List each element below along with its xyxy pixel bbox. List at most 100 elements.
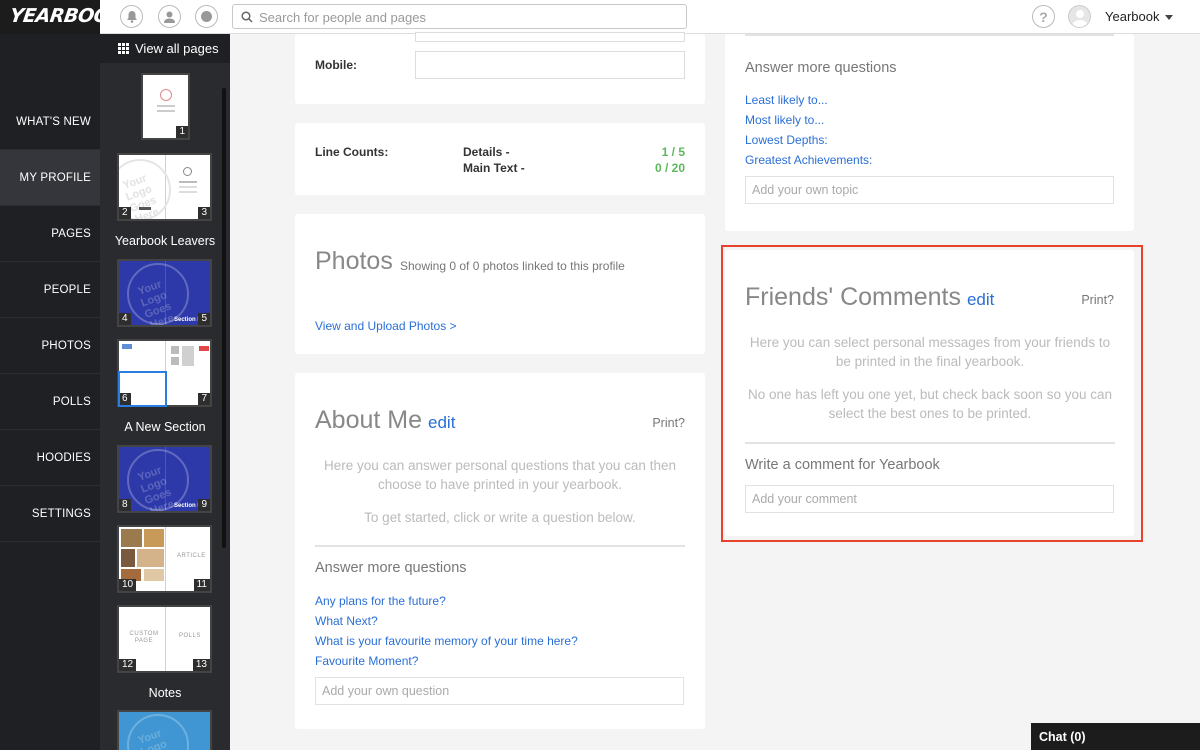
nav-my-profile[interactable]: MY PROFILE [0, 150, 100, 206]
grid-icon [118, 43, 129, 54]
topic-link[interactable]: Greatest Achievements: [745, 153, 872, 167]
write-comment-heading: Write a comment for Yearbook [745, 457, 940, 473]
notifications-icon[interactable] [120, 5, 143, 28]
page-number: 2 [119, 207, 131, 219]
line-counts-card: Line Counts: Details - Main Text - 1 / 5… [295, 123, 705, 195]
chevron-down-icon[interactable] [1165, 15, 1173, 20]
search-bar[interactable] [232, 4, 687, 29]
nav-settings[interactable]: SETTINGS [0, 486, 100, 542]
friends-comments-hint: Here you can select personal messages fr… [749, 335, 1111, 369]
logo-area[interactable]: YEARBOOK [0, 0, 125, 34]
question-link[interactable]: What is your favourite memory of your ti… [315, 634, 578, 648]
line-counts-label: Line Counts: [315, 145, 389, 159]
help-icon[interactable]: ? [1032, 5, 1055, 28]
user-name[interactable]: Yearbook [1105, 9, 1159, 24]
page-number: 4 [119, 313, 131, 325]
add-comment-input[interactable] [746, 486, 1113, 512]
question-link[interactable]: Favourite Moment? [315, 654, 418, 668]
friends-icon[interactable] [158, 5, 181, 28]
page-number: 5 [198, 313, 210, 325]
main-nav: WHAT'S NEW MY PROFILE PAGES PEOPLE PHOTO… [0, 34, 100, 750]
page-thumb-1[interactable]: 1 [141, 73, 190, 140]
main-text-label: Main Text - [463, 161, 525, 175]
friends-comments-card: Friends' Comments edit Print? Here you ca… [725, 250, 1134, 536]
mobile-label: Mobile: [315, 58, 357, 72]
details-label: Details - [463, 145, 510, 159]
polls-label: POLLS [179, 633, 201, 639]
friends-comments-print-toggle[interactable]: Print? [1081, 293, 1114, 307]
view-all-pages-label: View all pages [135, 41, 219, 56]
divider [315, 545, 685, 547]
custom-page-label: CUSTOM PAGE [129, 631, 159, 644]
add-comment-field[interactable] [745, 485, 1114, 513]
topic-link[interactable]: Least likely to... [745, 93, 828, 107]
topic-link[interactable]: Lowest Depths: [745, 133, 828, 147]
friends-comments-title: Friends' Comments edit [745, 283, 995, 311]
friends-comments-empty-hint: No one has left you one yet, but check b… [748, 387, 1112, 421]
nav-hoodies[interactable]: HOODIES [0, 430, 100, 486]
page-number: 12 [119, 659, 137, 671]
add-topic-field[interactable] [745, 176, 1114, 204]
yearbook-logo[interactable]: YEARBOOK [8, 5, 125, 27]
page-thumb-10-11[interactable]: ARTICLE 10 11 [117, 525, 212, 593]
user-avatar[interactable] [1068, 5, 1091, 28]
nav-people[interactable]: PEOPLE [0, 262, 100, 318]
article-label: ARTICLE [177, 553, 206, 559]
page-number: 13 [192, 659, 210, 671]
nav-polls[interactable]: POLLS [0, 374, 100, 430]
question-link[interactable]: Any plans for the future? [315, 594, 446, 608]
question-link[interactable]: What Next? [315, 614, 378, 628]
top-bar: YEARBOOK ? Yearbook [0, 0, 1200, 34]
page-number: 1 [176, 126, 188, 138]
photos-subtitle: Showing 0 of 0 photos linked to this pro… [400, 259, 625, 273]
page-thumb-14[interactable]: Your Logo Goes Here [117, 710, 212, 750]
mobile-input[interactable] [415, 51, 685, 79]
nav-pages[interactable]: PAGES [0, 206, 100, 262]
topic-link[interactable]: Most likely to... [745, 113, 824, 127]
answer-more-heading: Answer more questions [315, 560, 467, 576]
selected-page-indicator [118, 371, 167, 407]
section-label: Yearbook Leavers [114, 234, 216, 248]
friends-comments-edit-link[interactable]: edit [967, 290, 994, 309]
add-question-field[interactable] [315, 677, 684, 705]
section-label: A New Section [124, 420, 206, 434]
details-count: 1 / 5 [661, 145, 685, 159]
main-text-count: 0 / 20 [654, 161, 685, 175]
page-number: 10 [119, 579, 137, 591]
page-thumb-4-5[interactable]: Your Logo Goes Here Section H 4 5 [117, 259, 212, 327]
page-number: 8 [119, 499, 131, 511]
view-all-pages-button[interactable]: View all pages [100, 34, 230, 63]
page-number: 9 [198, 499, 210, 511]
topics-card: Answer more questions Least likely to...… [725, 34, 1134, 231]
messages-icon[interactable] [195, 5, 218, 28]
about-me-edit-link[interactable]: edit [428, 413, 455, 432]
about-me-card: About Me edit Print? Here you can answer … [295, 373, 705, 729]
page-thumb-2-3[interactable]: Your Logo Goes Here 2 3 [117, 153, 212, 221]
section-label: Notes [148, 686, 182, 700]
nav-whats-new[interactable]: WHAT'S NEW [0, 94, 100, 150]
chat-button[interactable]: Chat (0) [1031, 723, 1200, 750]
page-thumb-12-13[interactable]: CUSTOM PAGE POLLS 12 13 [117, 605, 212, 673]
add-topic-input[interactable] [746, 177, 1113, 203]
photos-title: Photos [315, 247, 393, 275]
nav-photos[interactable]: PHOTOS [0, 318, 100, 374]
page-number: 3 [198, 207, 210, 219]
about-me-print-toggle[interactable]: Print? [652, 416, 685, 430]
add-question-input[interactable] [316, 678, 683, 704]
search-icon [241, 11, 253, 23]
about-me-title: About Me edit [315, 406, 456, 434]
page-number: 11 [193, 579, 210, 591]
divider [745, 34, 1114, 36]
about-me-start-hint: To get started, click or write a questio… [364, 510, 636, 525]
previous-field-input[interactable] [415, 32, 685, 42]
about-me-hint: Here you can answer personal questions t… [324, 458, 676, 492]
search-input[interactable] [259, 8, 679, 26]
page-thumb-8-9[interactable]: Your Logo Goes Here Section H 8 9 [117, 445, 212, 513]
contact-card: Mobile: [295, 32, 705, 104]
view-upload-photos-link[interactable]: View and Upload Photos > [315, 319, 457, 333]
answer-more-heading: Answer more questions [745, 60, 897, 76]
page-strip-scrollbar[interactable] [222, 88, 226, 548]
page-number: 7 [198, 393, 210, 405]
divider [745, 442, 1115, 444]
photos-card: Photos Showing 0 of 0 photos linked to t… [295, 214, 705, 354]
